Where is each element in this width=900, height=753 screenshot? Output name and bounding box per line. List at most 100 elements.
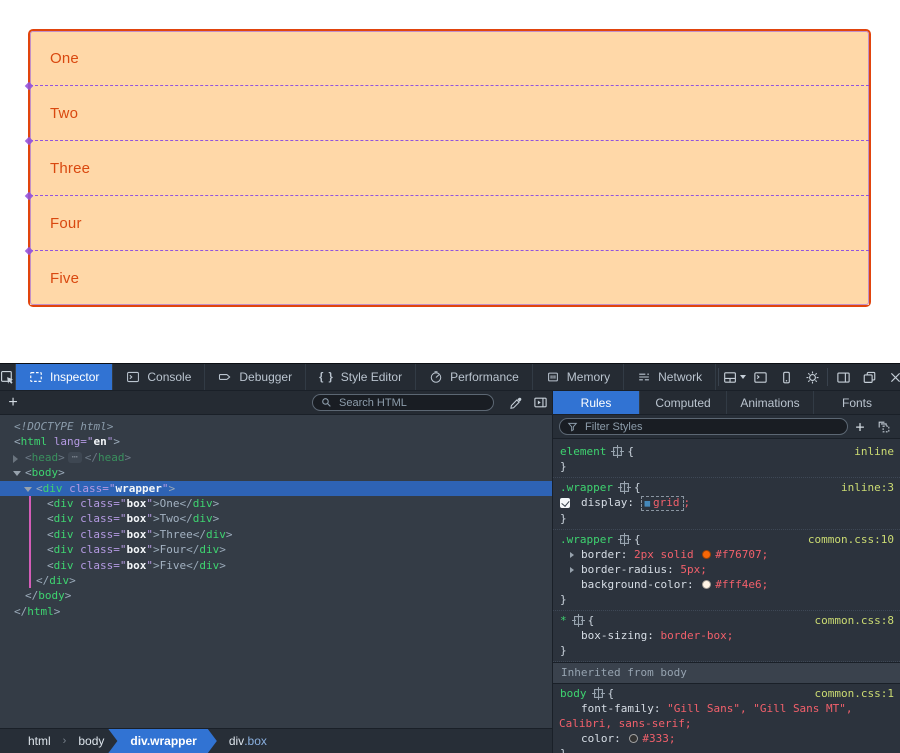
rule-selector-line[interactable]: inlineelement{ bbox=[553, 444, 900, 459]
property-name[interactable]: font-family bbox=[581, 702, 654, 715]
sidebar-tab-computed[interactable]: Computed bbox=[640, 391, 727, 414]
colon: : bbox=[667, 563, 680, 576]
tab-network[interactable]: Network bbox=[624, 364, 716, 390]
markup-node-line[interactable]: </html> bbox=[0, 604, 552, 619]
markup-node-line[interactable]: <body> bbox=[0, 465, 552, 480]
markup-node-line[interactable]: </div> bbox=[0, 573, 552, 588]
markup-token: class bbox=[80, 512, 113, 525]
rule-selector-line[interactable]: common.css:1body{ bbox=[553, 686, 900, 701]
rule-selector-line[interactable]: common.css:10.wrapper{ bbox=[553, 532, 900, 547]
property-value[interactable]: #fff4e6 bbox=[715, 578, 761, 591]
rule-selector[interactable]: .wrapper bbox=[560, 533, 613, 546]
highlighter-target-icon[interactable] bbox=[620, 535, 629, 544]
dock-layout-icon[interactable] bbox=[721, 364, 747, 390]
css-declaration[interactable]: border-radius: 5px; bbox=[553, 562, 900, 577]
markup-node-line[interactable]: </body> bbox=[0, 588, 552, 603]
rule-selector-line[interactable]: common.css:8*{ bbox=[553, 613, 900, 628]
markup-node-line[interactable]: <div class="box">Three</div> bbox=[0, 527, 552, 542]
property-value[interactable]: 2px solid bbox=[634, 548, 700, 561]
filter-styles-input[interactable] bbox=[583, 420, 840, 434]
eyedropper-icon[interactable] bbox=[504, 391, 528, 414]
property-value[interactable]: #333 bbox=[642, 732, 669, 745]
stylesheet-link[interactable]: common.css:10 bbox=[808, 532, 900, 547]
rule-selector[interactable]: .wrapper bbox=[560, 481, 613, 494]
css-declaration[interactable]: box-sizing: border-box; bbox=[553, 628, 900, 643]
property-name[interactable]: box-sizing bbox=[581, 629, 647, 642]
stylesheet-link[interactable]: inline:3 bbox=[841, 480, 900, 495]
markup-token: html bbox=[27, 605, 54, 618]
color-swatch[interactable] bbox=[702, 580, 711, 589]
pseudo-class-panel-icon[interactable] bbox=[872, 415, 896, 438]
sidebar-toggle-icon[interactable] bbox=[830, 364, 856, 390]
tab-performance[interactable]: Performance bbox=[416, 364, 533, 390]
rule-selector[interactable]: element bbox=[560, 445, 606, 458]
property-name[interactable]: color bbox=[581, 732, 614, 745]
markup-node-line[interactable]: <div class="box">Four</div> bbox=[0, 542, 552, 557]
shorthand-expander-icon[interactable] bbox=[570, 552, 574, 558]
markup-token: div bbox=[43, 482, 63, 495]
expander-down-icon[interactable] bbox=[13, 471, 21, 476]
property-value[interactable]: #f76707 bbox=[715, 548, 761, 561]
color-swatch[interactable] bbox=[629, 734, 638, 743]
breadcrumb-item[interactable]: div.box bbox=[217, 729, 279, 753]
popout-window-icon[interactable] bbox=[856, 364, 882, 390]
css-declaration[interactable]: background-color: #fff4e6; bbox=[553, 577, 900, 592]
markup-node-line[interactable]: <div class="box">Two</div> bbox=[0, 511, 552, 526]
property-name[interactable]: display bbox=[581, 496, 627, 509]
add-rule-icon[interactable]: + bbox=[848, 415, 872, 438]
sidebar-tab-animations[interactable]: Animations bbox=[727, 391, 814, 414]
highlighter-target-icon[interactable] bbox=[594, 689, 603, 698]
css-declaration[interactable]: display: ▦grid; bbox=[553, 495, 900, 511]
color-swatch[interactable] bbox=[702, 550, 711, 559]
rule-selector[interactable]: body bbox=[560, 687, 587, 700]
markup-node-line[interactable]: <div class="box">Five</div> bbox=[0, 558, 552, 573]
css-declaration[interactable]: color: #333; bbox=[553, 731, 900, 746]
markup-node-line[interactable]: <div class="box">One</div> bbox=[0, 496, 552, 511]
breadcrumb-item[interactable]: body bbox=[66, 729, 116, 753]
shorthand-expander-icon[interactable] bbox=[570, 567, 574, 573]
element-picker-icon[interactable] bbox=[0, 364, 16, 390]
rule-selector[interactable]: * bbox=[560, 614, 567, 627]
grid-value-box[interactable]: ▦grid bbox=[641, 496, 684, 511]
responsive-mode-icon[interactable] bbox=[773, 364, 799, 390]
split-console-icon[interactable] bbox=[747, 364, 773, 390]
property-value[interactable]: grid bbox=[653, 496, 680, 509]
markup-node-line[interactable]: <head>⋯</head> bbox=[0, 450, 552, 465]
highlighter-target-icon[interactable] bbox=[574, 616, 583, 625]
search-html-box[interactable] bbox=[312, 394, 494, 411]
declaration-checkbox[interactable] bbox=[560, 498, 570, 508]
property-name[interactable]: border bbox=[581, 548, 621, 561]
stylesheet-link[interactable]: inline bbox=[854, 444, 900, 459]
stylesheet-link[interactable]: common.css:8 bbox=[815, 613, 900, 628]
markup-node-line[interactable]: <div class="wrapper"> bbox=[0, 481, 552, 496]
tab-memory[interactable]: Memory bbox=[533, 364, 624, 390]
tab-inspector[interactable]: Inspector bbox=[16, 364, 113, 390]
filter-styles-box[interactable] bbox=[559, 418, 848, 435]
breadcrumb-item-active[interactable]: div.wrapper bbox=[108, 729, 216, 753]
css-declaration[interactable]: font-family: "Gill Sans", "Gill Sans MT"… bbox=[553, 701, 900, 731]
property-name[interactable]: background-color bbox=[581, 578, 687, 591]
tab-console[interactable]: Console bbox=[113, 364, 205, 390]
close-icon[interactable] bbox=[882, 364, 900, 390]
search-input[interactable] bbox=[337, 396, 485, 410]
tab-style-editor[interactable]: { } Style Editor bbox=[306, 364, 416, 390]
expander-right-icon[interactable] bbox=[13, 455, 18, 463]
css-declaration[interactable]: border: 2px solid #f76707; bbox=[553, 547, 900, 562]
expander-down-icon[interactable] bbox=[24, 487, 32, 492]
stylesheet-link[interactable]: common.css:1 bbox=[815, 686, 900, 701]
markup-node-line[interactable]: <!DOCTYPE html> bbox=[0, 419, 552, 434]
rule-selector-line[interactable]: inline:3.wrapper{ bbox=[553, 480, 900, 495]
highlighter-target-icon[interactable] bbox=[620, 483, 629, 492]
three-pane-toggle-icon[interactable] bbox=[528, 391, 552, 414]
highlighter-target-icon[interactable] bbox=[613, 447, 622, 456]
sidebar-tab-fonts[interactable]: Fonts bbox=[814, 391, 900, 414]
markup-node-line[interactable]: <html lang="en"> bbox=[0, 434, 552, 449]
tab-debugger[interactable]: Debugger bbox=[205, 364, 306, 390]
add-node-button[interactable]: + bbox=[0, 392, 26, 414]
settings-gear-icon[interactable] bbox=[799, 364, 825, 390]
property-value[interactable]: 5px bbox=[680, 563, 700, 576]
property-value[interactable]: border-box bbox=[660, 629, 726, 642]
sidebar-tab-rules[interactable]: Rules bbox=[553, 391, 640, 414]
breadcrumb-item[interactable]: html bbox=[16, 729, 63, 753]
property-name[interactable]: border-radius bbox=[581, 563, 667, 576]
